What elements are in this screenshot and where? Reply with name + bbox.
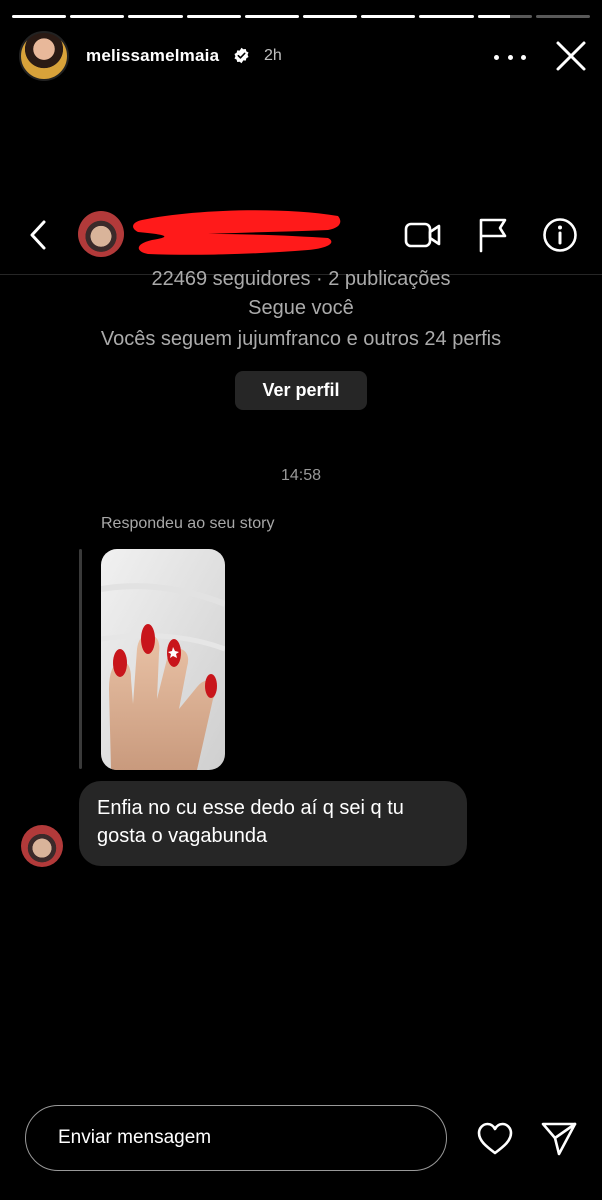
story-progress-segment: [303, 15, 358, 18]
heart-icon[interactable]: [476, 1121, 514, 1157]
sender-avatar[interactable]: [21, 825, 63, 867]
contact-avatar[interactable]: [78, 211, 124, 257]
message-input[interactable]: [25, 1105, 447, 1171]
profile-stats: 22469 seguidores · 2 publicações: [151, 268, 451, 290]
story-progress-segment: [244, 15, 300, 18]
story-progress-segment: [12, 15, 67, 18]
redaction-scribble: [133, 210, 341, 255]
story-progress-segment: [361, 15, 416, 18]
reply-indicator-bar: [79, 549, 82, 769]
story-progress-segment: [128, 15, 183, 18]
video-call-icon[interactable]: [404, 218, 442, 252]
chevron-left-icon[interactable]: [26, 219, 52, 251]
follows-you-label: Segue você: [248, 297, 354, 319]
story-progress-segment: [477, 15, 532, 18]
info-icon[interactable]: [542, 217, 578, 253]
message-timestamp: 14:58: [280, 467, 322, 484]
mutual-followers-label: Vocês seguem jujumfranco e outros 24 per…: [100, 328, 502, 350]
story-thumbnail[interactable]: [101, 549, 225, 770]
story-progress-segment: [535, 15, 591, 18]
story-progress-segment: [186, 15, 241, 18]
story-progress-bar: [12, 15, 591, 18]
story-author-avatar[interactable]: [19, 31, 69, 81]
story-username[interactable]: melissamelmaia: [86, 46, 219, 66]
more-icon[interactable]: [494, 46, 526, 68]
flag-icon[interactable]: [476, 217, 510, 253]
story-progress-segment: [419, 15, 474, 18]
close-icon[interactable]: [553, 38, 589, 74]
story-timestamp: 2h: [264, 47, 282, 64]
verified-badge-icon: [234, 47, 249, 64]
view-profile-button[interactable]: Ver perfil: [235, 371, 367, 410]
story-progress-segment: [70, 15, 125, 18]
story-reply-label: Respondeu ao seu story: [101, 515, 275, 532]
message-bubble: Enfia no cu esse dedo aí q sei q tu gost…: [79, 781, 467, 866]
send-icon[interactable]: [540, 1119, 578, 1157]
